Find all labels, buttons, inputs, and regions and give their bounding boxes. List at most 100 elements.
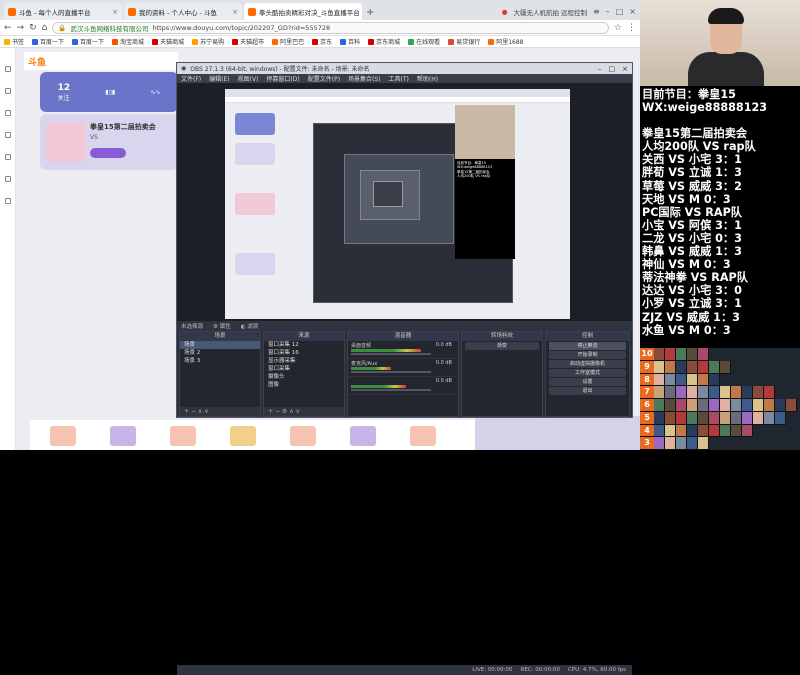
gift-card[interactable] bbox=[170, 426, 196, 446]
controls-dock: 控制 停止推流 开始录制 启动虚拟摄像机 工作室模式 设置 退出 bbox=[545, 331, 630, 417]
bookmark-item[interactable]: 阿里巴巴 bbox=[272, 37, 304, 46]
bookmark-item[interactable]: 书签 bbox=[4, 37, 24, 46]
source-item[interactable]: 显示器采集 bbox=[264, 357, 344, 365]
filters-button[interactable]: ◐ 滤镜 bbox=[241, 322, 259, 330]
menu-profile[interactable]: 配置文件(P) bbox=[308, 74, 340, 83]
minimize-icon[interactable]: – bbox=[606, 7, 610, 16]
up-icon[interactable]: ∧ bbox=[198, 408, 202, 415]
sidebar-tool-icon[interactable] bbox=[5, 132, 11, 138]
sidebar-tool-icon[interactable] bbox=[5, 110, 11, 116]
sidebar-tool-icon[interactable] bbox=[5, 198, 11, 204]
studio-mode-button[interactable]: 工作室模式 bbox=[549, 369, 626, 377]
douyu-logo[interactable]: 斗鱼 bbox=[28, 55, 46, 68]
scene-item[interactable]: 场景 2 bbox=[180, 349, 260, 357]
down-icon[interactable]: ∨ bbox=[204, 408, 208, 415]
remove-icon[interactable]: − bbox=[275, 408, 280, 415]
gift-card[interactable] bbox=[350, 426, 376, 446]
home-icon[interactable]: ⌂ bbox=[42, 23, 48, 33]
reload-icon[interactable]: ↻ bbox=[29, 23, 37, 33]
bookmark-item[interactable]: 阿里1688 bbox=[488, 37, 523, 46]
extensions-icon[interactable]: ⋮ bbox=[627, 23, 636, 33]
close-window-icon[interactable]: × bbox=[629, 7, 636, 16]
bookmark-item[interactable]: 百度一下 bbox=[72, 37, 104, 46]
sidebar-tool-icon[interactable] bbox=[5, 176, 11, 182]
sidebar-tool-icon[interactable] bbox=[5, 66, 11, 72]
tab-douyu-home[interactable]: 斗鱼 - 每个人的直播平台 × bbox=[4, 3, 122, 20]
gift-card[interactable] bbox=[290, 426, 316, 446]
bookmark-item[interactable]: 天猫超市 bbox=[232, 37, 264, 46]
news-icon[interactable]: ● bbox=[502, 8, 508, 16]
trending-text[interactable]: 大疆无人机航拍 远程控制 bbox=[513, 7, 587, 17]
gift-card[interactable] bbox=[50, 426, 76, 446]
gift-card[interactable] bbox=[110, 426, 136, 446]
bookmark-item[interactable]: 京东商城 bbox=[368, 37, 400, 46]
banner-button[interactable] bbox=[90, 148, 126, 158]
start-recording-button[interactable]: 开始录制 bbox=[549, 351, 626, 359]
gear-icon[interactable]: ⚙ bbox=[282, 408, 287, 415]
bookmark-item[interactable]: 在线观看 bbox=[408, 37, 440, 46]
sidebar-tool-icon[interactable] bbox=[5, 88, 11, 94]
close-icon[interactable]: × bbox=[112, 8, 118, 16]
stat-follow[interactable]: 12 关注 bbox=[58, 83, 71, 102]
stat-item[interactable]: ▮▯▮ bbox=[105, 89, 115, 96]
transition-select[interactable]: 渐变 bbox=[465, 342, 539, 350]
obs-preview[interactable]: 目前节目：拳皇15 WX:weige88888123 拳皇15第二届拍卖会 人均… bbox=[177, 83, 632, 321]
source-item[interactable]: 摄像头 bbox=[264, 373, 344, 381]
gift-card[interactable] bbox=[230, 426, 256, 446]
mixer-db: 0.0 dB bbox=[435, 342, 452, 348]
star-icon[interactable]: ☆ bbox=[614, 23, 622, 33]
gift-card[interactable] bbox=[410, 426, 436, 446]
menu-help[interactable]: 帮助(H) bbox=[417, 74, 438, 83]
menu-docks[interactable]: 停靠窗口(D) bbox=[266, 74, 299, 83]
properties-button[interactable]: ⚙ 属性 bbox=[213, 322, 231, 330]
menu-file[interactable]: 文件(F) bbox=[181, 74, 201, 83]
new-tab-button[interactable]: + bbox=[366, 7, 374, 18]
transitions-dock: 转场特效 渐变 bbox=[461, 331, 543, 417]
maximize-icon[interactable]: □ bbox=[616, 7, 624, 16]
add-icon[interactable]: + bbox=[184, 408, 189, 415]
stat-item[interactable]: ∿∿ bbox=[150, 89, 160, 96]
url-text[interactable]: https://www.douyu.com/topic/202207_GD?ri… bbox=[152, 24, 330, 32]
menu-view[interactable]: 视图(V) bbox=[238, 74, 259, 83]
character-portrait bbox=[676, 348, 687, 361]
bookmark-item[interactable]: 苏宁易购 bbox=[192, 37, 224, 46]
volume-slider[interactable] bbox=[351, 353, 431, 355]
bookmark-item[interactable]: 百科 bbox=[340, 37, 360, 46]
back-arrow-icon[interactable]: ← bbox=[4, 23, 12, 33]
bookmark-item[interactable]: 京东 bbox=[312, 37, 332, 46]
maximize-icon[interactable]: □ bbox=[609, 65, 616, 73]
volume-slider[interactable] bbox=[351, 389, 431, 391]
menu-scene-collection[interactable]: 场景集合(S) bbox=[348, 74, 381, 83]
menu-edit[interactable]: 编辑(E) bbox=[209, 74, 229, 83]
sidebar-tool-icon[interactable] bbox=[5, 154, 11, 160]
add-icon[interactable]: + bbox=[268, 408, 273, 415]
exit-button[interactable]: 退出 bbox=[549, 387, 626, 395]
virtual-camera-button[interactable]: 启动虚拟摄像机 bbox=[549, 360, 626, 368]
settings-button[interactable]: 设置 bbox=[549, 378, 626, 386]
bookmark-item[interactable]: 易贷银行 bbox=[448, 37, 480, 46]
bookmark-item[interactable]: 百度一下 bbox=[32, 37, 64, 46]
close-icon[interactable]: × bbox=[232, 8, 238, 16]
forward-arrow-icon[interactable]: → bbox=[17, 23, 25, 33]
menu-tools[interactable]: 工具(T) bbox=[389, 74, 409, 83]
menu-icon[interactable]: ≡ bbox=[593, 7, 600, 16]
source-item[interactable]: 窗口采集 12 bbox=[264, 341, 344, 349]
bookmark-item[interactable]: 天猫商城 bbox=[152, 37, 184, 46]
tab-topic[interactable]: 拳头酷拍卖精彩对决_斗鱼直播平台 × bbox=[244, 3, 362, 20]
source-item[interactable]: 图像 bbox=[264, 381, 344, 389]
volume-slider[interactable] bbox=[351, 371, 431, 373]
scene-item[interactable]: 场景 bbox=[180, 341, 260, 349]
event-banner[interactable]: 拳皇15第二届拍卖会 VS bbox=[40, 114, 178, 170]
minimize-icon[interactable]: – bbox=[598, 65, 602, 73]
close-icon[interactable]: × bbox=[622, 65, 628, 73]
stop-streaming-button[interactable]: 停止推流 bbox=[549, 342, 626, 350]
url-field[interactable]: 🔒 武汉斗鱼网络科技有限公司 https://www.douyu.com/top… bbox=[52, 21, 609, 34]
down-icon[interactable]: ∨ bbox=[296, 408, 300, 415]
up-icon[interactable]: ∧ bbox=[289, 408, 293, 415]
source-item[interactable]: 窗口采集 16 bbox=[264, 349, 344, 357]
remove-icon[interactable]: − bbox=[191, 408, 196, 415]
source-item[interactable]: 窗口采集 bbox=[264, 365, 344, 373]
scene-item[interactable]: 场景 3 bbox=[180, 357, 260, 365]
bookmark-item[interactable]: 淘宝商城 bbox=[112, 37, 144, 46]
tab-profile[interactable]: 我的资料 - 个人中心 - 斗鱼 × bbox=[124, 3, 242, 20]
